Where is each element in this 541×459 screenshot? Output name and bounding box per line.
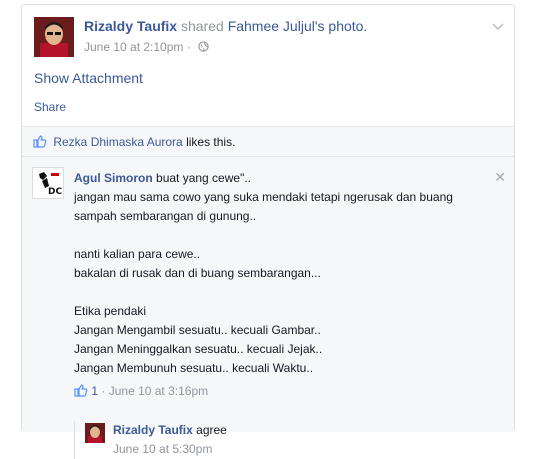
commenter-name-link[interactable]: Agul Simoron [74,171,153,185]
reply-timestamp-link[interactable]: June 10 at 5:30pm [113,440,505,459]
shared-action-text: shared [180,18,224,34]
reply-author-link[interactable]: Rizaldy Taufix [113,423,193,437]
chevron-down-icon[interactable] [492,19,504,31]
comment-body: Agul Simoron buat yang cewe".. jangan ma… [74,169,494,401]
comment-line: sampah sembarangan di gunung.. [74,209,257,223]
thumbs-up-icon [33,135,47,148]
comment-line: nanti kalian para cewe.. [74,247,201,261]
reply: Rizaldy Taufix agree June 10 at 5:30pm [74,421,505,459]
post-timestamp-link[interactable]: June 10 at 2:10pm [84,40,183,54]
author-name-link[interactable]: Rizaldy Taufix [84,18,177,34]
reply-author-avatar[interactable] [85,423,105,443]
comment-like-icon[interactable] [74,384,88,397]
likes-summary: Rezka Dhimaska Aurora likes this. [33,135,235,149]
comment-line: Jangan Meninggalkan sesuatu.. kecuali Je… [74,342,323,356]
author-avatar[interactable] [34,17,74,57]
comment-line [74,226,494,245]
close-icon[interactable]: ✕ [494,169,506,186]
meta-separator: · [186,40,191,54]
comment-first-line: buat yang cewe".. [156,171,252,185]
reply-text: agree [196,423,227,437]
globe-icon[interactable] [198,41,209,55]
shared-owner-link[interactable]: Fahmee Juljul's photo. [228,18,368,34]
comment-line: jangan mau sama cowo yang suka mendaki t… [74,190,453,204]
feedback-section: Rezka Dhimaska Aurora likes this. DC ✕ A… [22,126,514,459]
post-card: Rizaldy Taufix shared Fahmee Juljul's ph… [21,4,515,459]
comment-line [74,283,494,302]
likes-suffix: likes this. [186,135,236,149]
meta-separator: · [101,384,106,398]
show-attachment-link[interactable]: Show Attachment [34,70,143,86]
comment-line: bakalan di rusak dan di buang sembaranga… [74,266,321,280]
comment-line: Jangan Mengambil sesuatu.. kecuali Gamba… [74,323,321,337]
reply-body: Rizaldy Taufix agree June 10 at 5:30pm [113,421,505,459]
post-header-line: Rizaldy Taufix shared Fahmee Juljul's ph… [84,18,367,34]
comment-line: Jangan Membunuh sesuatu.. kecuali Waktu.… [74,361,314,375]
comment-like-count[interactable]: 1 [91,384,98,398]
share-link[interactable]: Share [34,100,66,114]
liker-name-link[interactable]: Rezka Dhimaska Aurora [53,135,182,149]
svg-text:DC: DC [48,187,62,197]
comment-line: Etika pendaki [74,304,147,318]
comment-timestamp-link[interactable]: June 10 at 3:16pm [109,384,208,398]
post-meta: June 10 at 2:10pm · [84,40,209,55]
comment-meta: 1 · June 10 at 3:16pm [74,382,494,401]
commenter-avatar[interactable]: DC [32,167,64,199]
divider [22,156,514,157]
